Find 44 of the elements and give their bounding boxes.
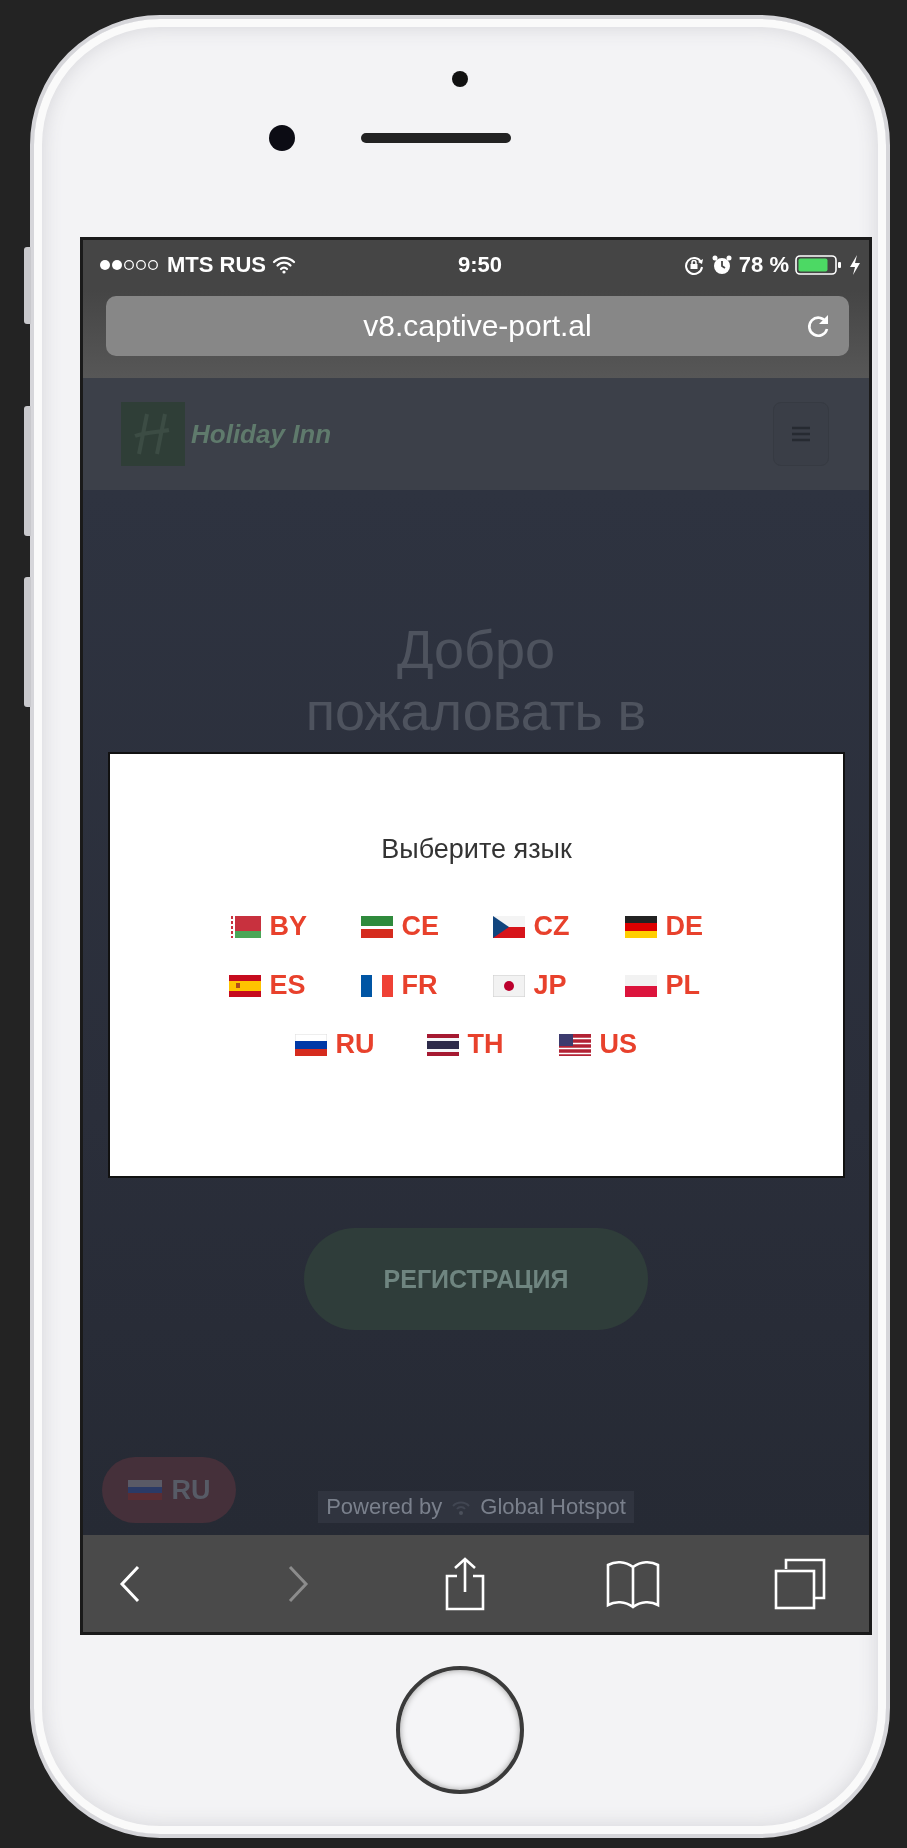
carrier-name: MTS RUS bbox=[167, 252, 266, 278]
charging-bolt-icon bbox=[849, 254, 861, 276]
sensor-dot bbox=[452, 71, 468, 87]
wifi-icon bbox=[272, 256, 296, 274]
language-link[interactable]: JP bbox=[492, 970, 593, 1001]
open-book-icon[interactable] bbox=[604, 1558, 661, 1609]
language-link[interactable]: US bbox=[558, 1029, 659, 1060]
flag-icon bbox=[492, 915, 525, 938]
address-bar[interactable]: v8.captive-port.al bbox=[106, 296, 849, 356]
striped-flag-icon bbox=[228, 915, 261, 938]
striped-flag-icon bbox=[294, 1033, 327, 1056]
striped-flag-icon bbox=[426, 1033, 459, 1056]
register-button[interactable]: РЕГИСТРАЦИЯ bbox=[304, 1228, 648, 1330]
stars-stripes-flag-icon bbox=[558, 1033, 591, 1056]
camera-lens bbox=[269, 125, 295, 151]
language-link[interactable]: TH bbox=[426, 1029, 527, 1060]
alarm-clock-icon bbox=[710, 254, 733, 276]
battery-percent: 78 % bbox=[738, 252, 789, 278]
overlapping-squares-icon[interactable] bbox=[772, 1556, 828, 1611]
battery-icon bbox=[795, 254, 843, 276]
circle-flag-icon bbox=[492, 974, 525, 997]
language-link[interactable]: CE bbox=[360, 911, 461, 942]
language-link[interactable]: PL bbox=[624, 970, 725, 1001]
share-icon[interactable] bbox=[443, 1555, 487, 1612]
language-link[interactable]: ES bbox=[228, 970, 329, 1001]
striped-flag-icon bbox=[228, 974, 261, 997]
dialog-title: Выберите язык bbox=[381, 834, 572, 865]
language-link[interactable]: DE bbox=[624, 911, 725, 942]
striped-flag-icon bbox=[624, 974, 657, 997]
back-chevron-icon[interactable] bbox=[118, 1563, 142, 1604]
language-link[interactable]: RU bbox=[294, 1029, 395, 1060]
rotation-lock-icon bbox=[682, 254, 705, 276]
clock-time: 9:50 bbox=[457, 252, 502, 278]
language-link[interactable]: CZ bbox=[492, 911, 593, 942]
striped-flag-icon bbox=[624, 915, 657, 938]
striped-flag-icon bbox=[360, 974, 393, 997]
logo-text: Holiday Inn bbox=[191, 418, 332, 450]
striped-flag-icon bbox=[360, 915, 393, 938]
striped-flag-icon bbox=[127, 1480, 162, 1500]
brand-name: Global Hotspot bbox=[480, 1494, 626, 1520]
language-link[interactable]: BY bbox=[228, 911, 329, 942]
language-link[interactable]: FR bbox=[360, 970, 461, 1001]
signal-dots-icon bbox=[99, 258, 161, 272]
powered-by-text: Powered by bbox=[326, 1494, 443, 1520]
